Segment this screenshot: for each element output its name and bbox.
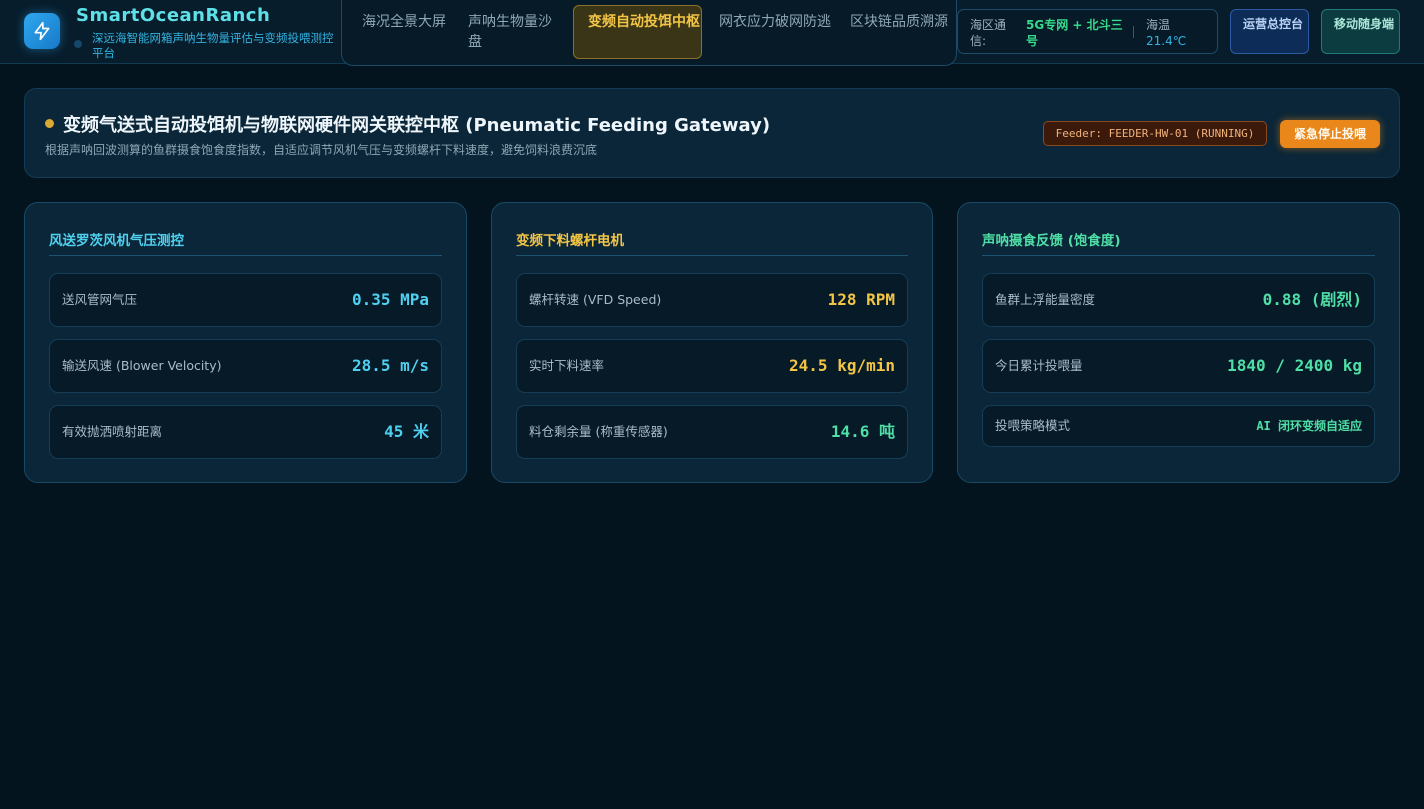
page-title: 变频气送式自动投饵机与物联网硬件网关联控中枢 (Pneumatic Feedin… [63, 115, 771, 136]
nav-tab-net-stress[interactable]: 网衣应力破网防逃 [719, 12, 831, 32]
status-dot-icon [45, 119, 54, 128]
nav-tab-blockchain-trace[interactable]: 区块链品质溯源 [850, 12, 948, 32]
metric-row: 料仓剩余量 (称重传感器) 14.6 吨 [516, 405, 908, 459]
comm-label: 海区通信: [970, 18, 1007, 48]
page-header: 变频气送式自动投饵机与物联网硬件网关联控中枢 (Pneumatic Feedin… [24, 88, 1400, 178]
metric-label: 今日累计投喂量 [995, 358, 1083, 373]
metric-value: 24.5 kg/min [789, 356, 895, 375]
logo[interactable] [24, 13, 60, 49]
metric-value: 128 RPM [827, 290, 895, 309]
metric-label: 实时下料速率 [529, 358, 605, 373]
panel-divider [49, 255, 442, 256]
metric-label: 螺杆转速 (VFD Speed) [529, 292, 662, 307]
status-divider [1133, 26, 1134, 38]
metric-label: 输送风速 (Blower Velocity) [62, 358, 222, 373]
metric-value: 14.6 吨 [830, 422, 895, 441]
panel-divider [516, 255, 908, 256]
panel-title: 变频下料螺杆电机 [516, 233, 624, 249]
metric-value: 28.5 m/s [351, 356, 429, 375]
emergency-stop-button[interactable]: 紧急停止投喂 [1280, 120, 1380, 148]
metric-label: 送风管网气压 [62, 292, 138, 307]
page-subtitle: 根据声呐回波测算的鱼群摄食饱食度指数，自适应调节风机气压与变频螺杆下料速度，避免… [45, 143, 598, 157]
comm-value: 5G专网 + 北斗三号 [1026, 18, 1123, 48]
blower-pressure-panel: 风送罗茨风机气压测控 送风管网气压 0.35 MPa 输送风速 (Blower … [24, 202, 467, 483]
sea-temp-label: 海温 [1146, 18, 1171, 32]
metric-row: 输送风速 (Blower Velocity) 28.5 m/s [49, 339, 442, 393]
feeder-status-badge: Feeder: FEEDER-HW-01 (RUNNING) [1043, 121, 1267, 146]
sonar-feeding-feedback-panel: 声呐摄食反馈 (饱食度) 鱼群上浮能量密度 0.88 (剧烈) 今日累计投喂量 … [957, 202, 1400, 483]
nav-tab-sea-overview[interactable]: 海况全景大屏 [362, 12, 450, 32]
metric-row: 有效抛洒喷射距离 45 米 [49, 405, 442, 459]
metric-row: 螺杆转速 (VFD Speed) 128 RPM [516, 273, 908, 327]
network-status: 海区通信: 5G专网 + 北斗三号 海温 21.4℃ [957, 9, 1218, 54]
nav-tab-sonar-biomass[interactable]: 声呐生物量沙盘 [468, 12, 564, 52]
main-nav: 海况全景大屏 声呐生物量沙盘 变频自动投饵中枢 网衣应力破网防逃 区块链品质溯源 [341, 0, 957, 66]
metric-label: 鱼群上浮能量密度 [995, 292, 1096, 307]
metric-label: 有效抛洒喷射距离 [62, 424, 163, 439]
metric-row: 投喂策略模式 AI 闭环变频自适应 [982, 405, 1375, 447]
metric-row: 实时下料速率 24.5 kg/min [516, 339, 908, 393]
sea-temp-value: 21.4℃ [1146, 34, 1187, 48]
nav-tab-feeding-hub[interactable]: 变频自动投饵中枢 [573, 5, 702, 59]
metric-label: 投喂策略模式 [995, 418, 1071, 433]
brand-subtitle: 深远海智能网箱声呐生物量评估与变频投喂测控平台 [92, 31, 334, 60]
metric-row: 今日累计投喂量 1840 / 2400 kg [982, 339, 1375, 393]
vfd-screw-motor-panel: 变频下料螺杆电机 螺杆转速 (VFD Speed) 128 RPM 实时下料速率… [491, 202, 933, 483]
ops-console-button[interactable]: 运营总控台 [1230, 9, 1309, 54]
lightning-icon [34, 21, 50, 41]
mobile-button[interactable]: 移动随身端 [1321, 9, 1400, 54]
metric-value: 1840 / 2400 kg [1227, 356, 1362, 375]
metric-value: 45 米 [384, 422, 429, 441]
metric-row: 鱼群上浮能量密度 0.88 (剧烈) [982, 273, 1375, 327]
metric-value: 0.35 MPa [351, 290, 429, 309]
top-bar: SmartOceanRanch 深远海智能网箱声呐生物量评估与变频投喂测控平台 … [0, 0, 1424, 66]
metric-row: 送风管网气压 0.35 MPa [49, 273, 442, 327]
panel-title: 风送罗茨风机气压测控 [49, 233, 184, 249]
brand-title: SmartOceanRanch [76, 5, 271, 26]
metric-label: 料仓剩余量 (称重传感器) [529, 424, 668, 439]
metric-value: AI 闭环变频自适应 [1256, 419, 1362, 433]
panel-title: 声呐摄食反馈 (饱食度) [982, 233, 1121, 249]
brand-dot-icon [74, 40, 82, 48]
panel-divider [982, 255, 1375, 256]
metric-value: 0.88 (剧烈) [1262, 290, 1362, 309]
